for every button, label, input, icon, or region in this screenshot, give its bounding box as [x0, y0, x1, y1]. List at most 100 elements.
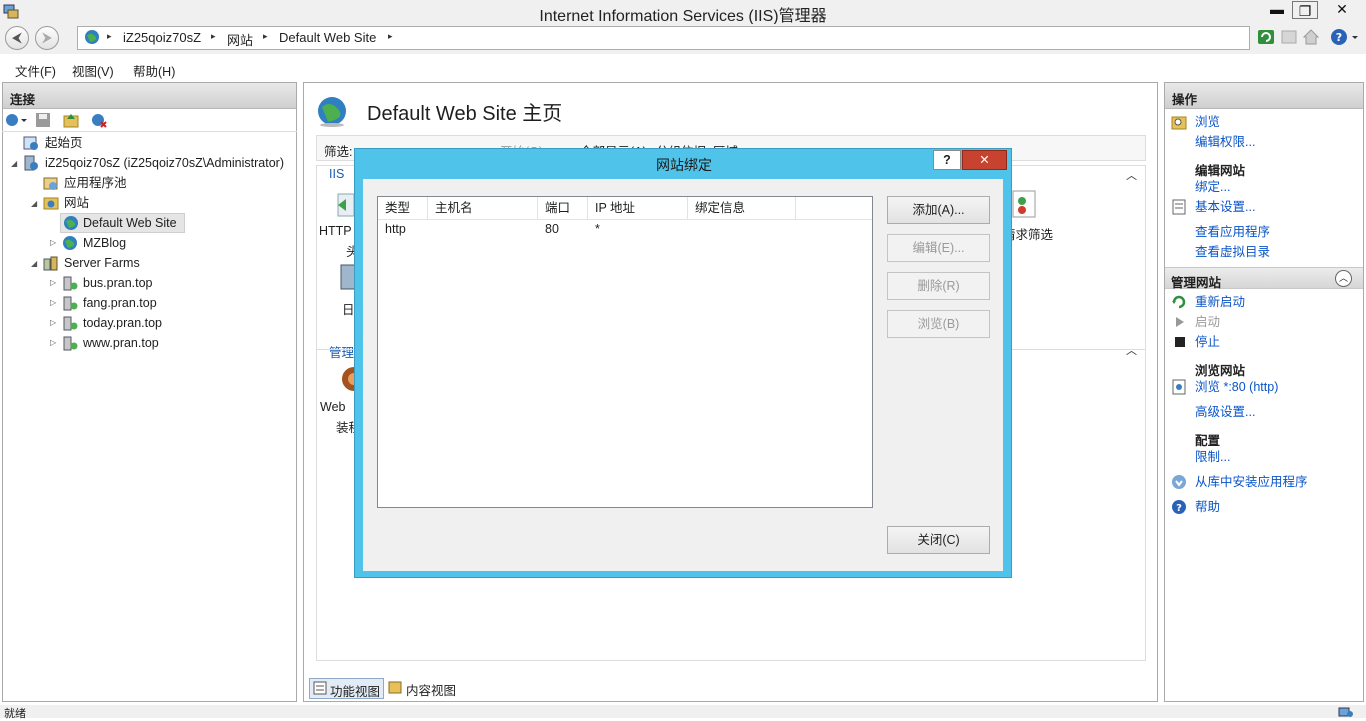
- home-icon[interactable]: [1302, 28, 1320, 46]
- stop-icon[interactable]: [1280, 28, 1298, 46]
- tree-label: fang.pran.top: [83, 296, 157, 310]
- action-basic-settings[interactable]: 基本设置...: [1195, 197, 1255, 217]
- feature-label-web[interactable]: Web: [320, 400, 345, 414]
- server-icon: [23, 155, 39, 171]
- menu-file[interactable]: 文件(F): [15, 61, 56, 80]
- action-advanced-settings[interactable]: 高级设置...: [1195, 402, 1255, 422]
- sites-folder-icon: [43, 195, 59, 211]
- tree-label: today.pran.top: [83, 316, 162, 330]
- breadcrumb-separator[interactable]: ▸: [388, 31, 393, 42]
- menu-view[interactable]: 视图(V): [72, 61, 114, 80]
- install-gallery-icon: [1171, 474, 1187, 490]
- browse-page-icon: [1172, 379, 1186, 395]
- expand-icon[interactable]: ▷: [50, 318, 56, 327]
- request-filter-icon[interactable]: [1009, 189, 1039, 219]
- collapse-section-icon[interactable]: ︿: [1335, 270, 1352, 287]
- table-row[interactable]: http 80 *: [378, 219, 872, 241]
- tree-item-default-web-site[interactable]: Default Web Site: [60, 213, 185, 233]
- bindings-list[interactable]: 类型 主机名 端口 IP 地址 绑定信息 http 80 *: [377, 196, 873, 508]
- action-browse[interactable]: 浏览: [1195, 112, 1220, 132]
- close-window-button[interactable]: ✕: [1320, 0, 1364, 20]
- tab-label: 功能视图: [330, 685, 381, 699]
- column-header-ip[interactable]: IP 地址: [588, 197, 688, 219]
- page-title: Default Web Site 主页: [367, 103, 563, 125]
- dialog-close-x-button[interactable]: ✕: [962, 150, 1007, 170]
- column-header-port[interactable]: 端口: [538, 197, 588, 219]
- farm-node-icon: [62, 275, 78, 291]
- add-binding-button[interactable]: 添加(A)...: [887, 196, 990, 224]
- help-icon: ?: [1171, 499, 1187, 515]
- status-text: 就绪: [4, 708, 26, 720]
- http-feature-icon[interactable]: [336, 191, 356, 219]
- expand-icon[interactable]: ▷: [50, 238, 56, 247]
- connect-icon[interactable]: [4, 111, 28, 129]
- tree-label: 网站: [64, 196, 90, 210]
- globe-icon: [63, 215, 79, 231]
- forward-button[interactable]: ⮞: [35, 26, 59, 50]
- menu-help[interactable]: 帮助(H): [133, 61, 175, 80]
- breadcrumb-separator[interactable]: ▸: [263, 31, 268, 42]
- actions-header: 操作: [1165, 83, 1363, 109]
- action-view-virtual-dirs[interactable]: 查看虚拟目录: [1195, 242, 1270, 262]
- action-limits[interactable]: 限制...: [1195, 447, 1230, 467]
- globe-icon: [84, 29, 100, 45]
- action-restart[interactable]: 重新启动: [1195, 292, 1245, 312]
- tab-features-view[interactable]: 功能视图: [309, 678, 384, 699]
- action-stop[interactable]: 停止: [1195, 332, 1220, 352]
- filter-label: 筛选:: [324, 145, 353, 159]
- farm-node-icon: [62, 315, 78, 331]
- close-dialog-button[interactable]: 关闭(C): [887, 526, 990, 554]
- action-bindings[interactable]: 绑定...: [1195, 177, 1230, 197]
- feature-label-log[interactable]: 日: [342, 299, 355, 318]
- action-help[interactable]: 帮助: [1195, 497, 1220, 517]
- site-bindings-dialog: 网站绑定 ? ✕ 类型 主机名 端口 IP 地址 绑定信息 http 80 * …: [354, 148, 1012, 578]
- expand-icon[interactable]: ▷: [50, 278, 56, 287]
- action-edit-permissions[interactable]: 编辑权限...: [1195, 132, 1255, 152]
- back-button[interactable]: ⮜: [5, 26, 29, 50]
- column-header-info[interactable]: 绑定信息: [688, 197, 796, 219]
- breadcrumb-separator[interactable]: ▸: [211, 31, 216, 42]
- collapse-icon[interactable]: ◢: [31, 259, 37, 268]
- action-browse-80[interactable]: 浏览 *:80 (http): [1195, 377, 1278, 397]
- help-dropdown-icon[interactable]: ?: [1330, 28, 1360, 46]
- collapse-group-icon[interactable]: ︿: [1126, 342, 1137, 358]
- tree-label: Server Farms: [64, 256, 140, 270]
- tree-label: 起始页: [45, 136, 83, 150]
- farm-node-icon: [62, 295, 78, 311]
- expand-icon[interactable]: ▷: [50, 298, 56, 307]
- basic-settings-icon: [1172, 199, 1186, 215]
- svg-text:?: ?: [1176, 503, 1182, 514]
- disconnect-icon[interactable]: [90, 111, 108, 129]
- collapse-group-icon[interactable]: ︿: [1126, 167, 1137, 183]
- server-farm-icon: [43, 255, 59, 271]
- action-start[interactable]: 启动: [1195, 312, 1220, 332]
- up-folder-icon[interactable]: [62, 111, 80, 129]
- action-view-applications[interactable]: 查看应用程序: [1195, 222, 1270, 242]
- maximize-button[interactable]: ❐: [1292, 1, 1318, 19]
- group-header-iis: IIS: [329, 167, 345, 181]
- action-install-from-gallery[interactable]: 从库中安装应用程序: [1195, 472, 1308, 492]
- browse-folder-icon: [1171, 113, 1187, 131]
- breadcrumb-server[interactable]: iZ25qoiz70sZ: [123, 30, 201, 45]
- refresh-icon[interactable]: [1257, 28, 1275, 46]
- column-header-type[interactable]: 类型: [378, 197, 428, 219]
- cell-type: http: [385, 222, 406, 236]
- group-header-manage: 管理: [329, 346, 355, 360]
- minimize-button[interactable]: ▬: [1264, 0, 1290, 20]
- save-icon[interactable]: [34, 111, 52, 129]
- column-header-host[interactable]: 主机名: [428, 197, 538, 219]
- expand-icon[interactable]: ▷: [50, 338, 56, 347]
- breadcrumb-site[interactable]: Default Web Site: [279, 30, 376, 45]
- feature-label-http[interactable]: HTTP: [319, 224, 352, 238]
- browse-binding-button[interactable]: 浏览(B): [887, 310, 990, 338]
- collapse-icon[interactable]: ◢: [31, 199, 37, 208]
- tab-label: 内容视图: [406, 684, 457, 698]
- dialog-help-button[interactable]: ?: [933, 150, 961, 170]
- tree-label: 应用程序池: [64, 176, 127, 190]
- collapse-icon[interactable]: ◢: [11, 159, 17, 168]
- breadcrumb-sites[interactable]: 网站: [227, 30, 253, 49]
- remove-binding-button[interactable]: 删除(R): [887, 272, 990, 300]
- edit-binding-button[interactable]: 编辑(E)...: [887, 234, 990, 262]
- tab-content-view[interactable]: 内容视图: [388, 678, 464, 699]
- section-manage-site: 管理网站: [1165, 267, 1363, 290]
